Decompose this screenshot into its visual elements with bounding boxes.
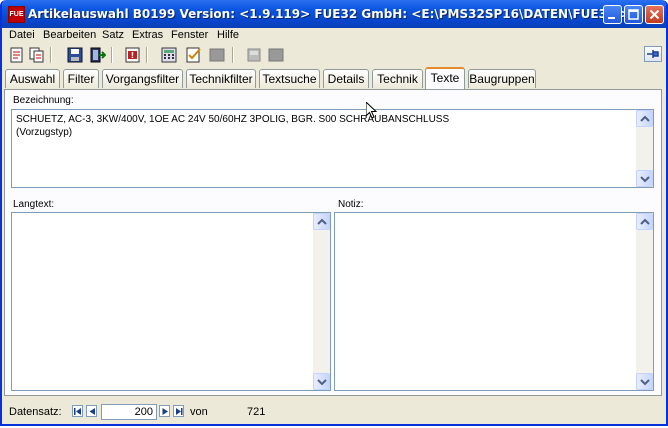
exit-button[interactable] — [88, 46, 107, 64]
von-label: von — [190, 406, 208, 418]
tab-filter[interactable]: Filter — [63, 69, 99, 88]
disabled-icon — [209, 48, 225, 62]
disabled-tool-button[interactable] — [208, 46, 226, 64]
new-record-button[interactable] — [8, 46, 26, 64]
calculator-icon — [161, 47, 177, 63]
copy-document-icon — [29, 47, 44, 63]
info-document-icon: ! — [125, 47, 140, 63]
pin-icon — [647, 50, 659, 58]
calculator-button[interactable] — [160, 46, 178, 64]
datensatz-label: Datensatz: — [9, 406, 62, 418]
window-title: Artikelauswahl B0199 Version: <1.9.119> … — [28, 7, 630, 21]
copy-record-button[interactable] — [28, 46, 46, 64]
previous-record-button[interactable] — [86, 405, 97, 417]
menu-satz[interactable]: Satz — [102, 29, 124, 41]
tab-strip: Auswahl Filter Vorgangsfilter Technikfil… — [2, 66, 666, 90]
minimize-icon — [608, 17, 615, 19]
notiz-label: Notiz: — [338, 199, 364, 210]
checklist-icon — [186, 47, 201, 63]
scroll-up-button[interactable] — [636, 213, 653, 230]
chevron-down-icon — [640, 176, 650, 183]
check-button[interactable] — [185, 46, 203, 64]
save-button[interactable] — [66, 46, 84, 64]
tab-vorgangsfilter[interactable]: Vorgangsfilter — [102, 69, 183, 88]
exit-door-icon — [90, 47, 107, 63]
scroll-up-button[interactable] — [636, 110, 653, 127]
mouse-cursor-icon — [366, 102, 378, 119]
tab-texte[interactable]: Texte — [425, 67, 465, 89]
toolbar: ! — [2, 44, 666, 66]
arrow-right-icon — [162, 408, 168, 415]
record-navigator: Datensatz: 200 von 721 — [2, 400, 666, 424]
tab-baugruppen[interactable]: Baugruppen — [468, 69, 536, 88]
menu-datei[interactable]: Datei — [9, 29, 35, 41]
texte-panel: Bezeichnung: SCHUETZ, AC-3, 3KW/400V, 1O… — [4, 89, 662, 396]
tab-textsuche[interactable]: Textsuche — [259, 69, 320, 88]
app-icon[interactable]: FUE — [8, 6, 25, 23]
notiz-textarea[interactable] — [334, 212, 654, 391]
menu-fenster[interactable]: Fenster — [171, 29, 208, 41]
next-record-button[interactable] — [159, 405, 170, 417]
tab-technikfilter[interactable]: Technikfilter — [186, 69, 256, 88]
langtext-textarea[interactable] — [11, 212, 331, 391]
skip-last-icon — [176, 408, 183, 415]
chevron-up-icon — [640, 218, 650, 225]
toolbar-separator — [232, 47, 234, 63]
floppy-disk-icon — [67, 47, 83, 63]
current-record-input[interactable]: 200 — [101, 404, 157, 420]
bezeichnung-scrollbar[interactable] — [636, 110, 653, 187]
menu-bearbeiten[interactable]: Bearbeiten — [43, 29, 96, 41]
menu-hilfe[interactable]: Hilfe — [217, 29, 239, 41]
bezeichnung-text: SCHUETZ, AC-3, 3KW/400V, 1OE AC 24V 50/6… — [16, 113, 449, 139]
langtext-label: Langtext: — [13, 199, 55, 210]
print-button[interactable] — [245, 46, 263, 64]
scroll-up-button[interactable] — [313, 213, 330, 230]
toolbar-separator — [146, 47, 148, 63]
title-bar[interactable]: FUE Artikelauswahl B0199 Version: <1.9.1… — [2, 0, 666, 28]
print-icon — [247, 48, 261, 62]
close-button[interactable] — [645, 5, 664, 24]
notiz-scrollbar[interactable] — [636, 213, 653, 390]
pin-window-button[interactable] — [644, 46, 662, 62]
svg-text:!: ! — [131, 51, 135, 60]
info-button[interactable]: ! — [124, 46, 142, 64]
chevron-up-icon — [317, 218, 327, 225]
tab-auswahl[interactable]: Auswahl — [5, 69, 60, 88]
arrow-left-icon — [89, 408, 95, 415]
last-record-button[interactable] — [173, 405, 184, 417]
toolbar-separator — [50, 47, 52, 63]
scroll-down-button[interactable] — [313, 373, 330, 390]
langtext-scrollbar[interactable] — [313, 213, 330, 390]
first-record-button[interactable] — [72, 405, 83, 417]
menu-extras[interactable]: Extras — [132, 29, 163, 41]
chevron-up-icon — [640, 115, 650, 122]
scroll-down-button[interactable] — [636, 373, 653, 390]
toolbar-separator — [111, 47, 113, 63]
chevron-down-icon — [317, 379, 327, 386]
disabled-tool-button-2[interactable] — [267, 46, 285, 64]
skip-first-icon — [74, 408, 81, 415]
tab-details[interactable]: Details — [323, 69, 369, 88]
bezeichnung-textarea[interactable]: SCHUETZ, AC-3, 3KW/400V, 1OE AC 24V 50/6… — [11, 109, 654, 188]
new-document-icon — [10, 47, 23, 63]
bezeichnung-line-2: (Vorzugstyp) — [16, 127, 73, 138]
chevron-down-icon — [640, 379, 650, 386]
maximize-icon — [628, 9, 639, 20]
close-icon — [649, 9, 660, 20]
maximize-button[interactable] — [624, 5, 643, 24]
application-window: FUE Artikelauswahl B0199 Version: <1.9.1… — [0, 0, 668, 426]
menu-bar: Datei Bearbeiten Satz Extras Fenster Hil… — [2, 28, 666, 43]
disabled-icon — [268, 48, 284, 62]
scroll-down-button[interactable] — [636, 170, 653, 187]
bezeichnung-label: Bezeichnung: — [13, 95, 74, 106]
bezeichnung-line-1: SCHUETZ, AC-3, 3KW/400V, 1OE AC 24V 50/6… — [16, 114, 450, 125]
tab-technik[interactable]: Technik — [372, 69, 423, 88]
minimize-button[interactable] — [603, 5, 622, 24]
total-records: 721 — [247, 406, 266, 418]
